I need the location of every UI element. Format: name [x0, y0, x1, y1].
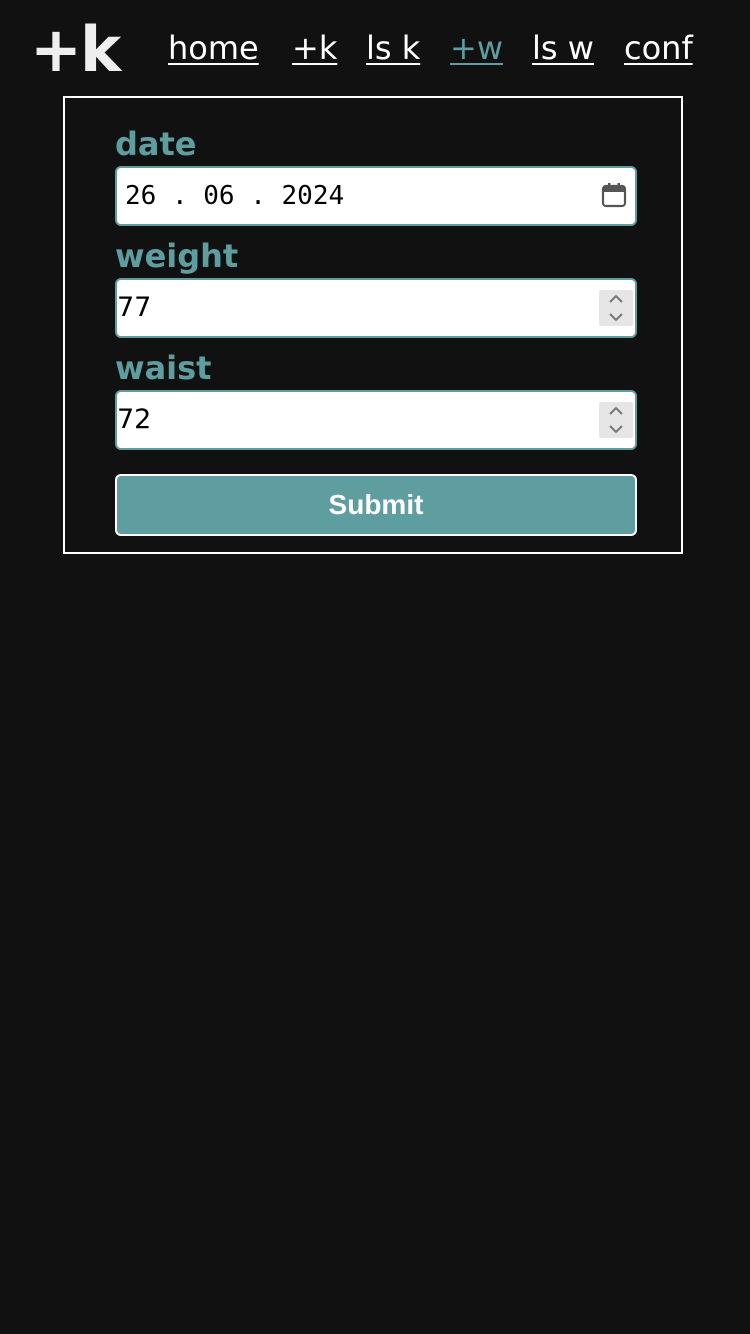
- nav-link-list-k[interactable]: ls k: [366, 26, 420, 70]
- chevron-down-icon[interactable]: [599, 308, 633, 326]
- chevron-up-icon[interactable]: [599, 402, 633, 420]
- top-navigation: +k home +k ls k +w ls w conf: [0, 0, 750, 96]
- weight-input[interactable]: 77: [115, 278, 637, 338]
- entry-form: date 26 . 06 . 2024 weight 77 waist 72 S…: [63, 96, 683, 554]
- waist-stepper[interactable]: [599, 402, 633, 438]
- chevron-down-icon[interactable]: [599, 420, 633, 438]
- calendar-icon[interactable]: [601, 182, 627, 208]
- waist-input[interactable]: 72: [115, 390, 637, 450]
- weight-value: 77: [117, 292, 152, 323]
- nav-link-list-w[interactable]: ls w: [532, 26, 594, 70]
- chevron-up-icon[interactable]: [599, 290, 633, 308]
- nav-link-home[interactable]: home: [168, 26, 259, 70]
- date-value: 26 . 06 . 2024: [125, 181, 345, 211]
- date-input[interactable]: 26 . 06 . 2024: [115, 166, 637, 226]
- nav-link-add-k[interactable]: +k: [292, 26, 337, 70]
- date-label: date: [115, 125, 197, 163]
- nav-link-conf[interactable]: conf: [624, 26, 693, 70]
- weight-stepper[interactable]: [599, 290, 633, 326]
- weight-label: weight: [115, 237, 239, 275]
- waist-value: 72: [117, 404, 152, 435]
- waist-label: waist: [115, 349, 212, 387]
- submit-button[interactable]: Submit: [115, 474, 637, 536]
- nav-link-add-w[interactable]: +w: [450, 26, 503, 70]
- app-logo[interactable]: +k: [30, 14, 121, 86]
